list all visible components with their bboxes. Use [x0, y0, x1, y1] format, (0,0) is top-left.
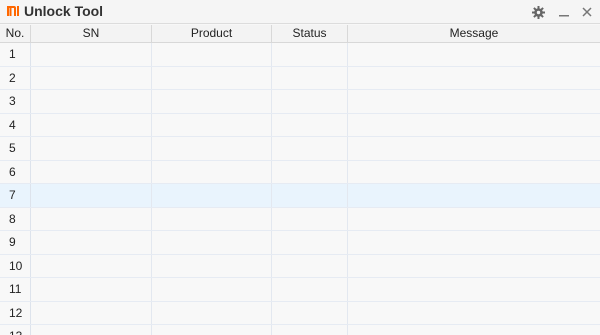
cell-no: 10	[0, 254, 31, 277]
cell-status	[272, 137, 348, 160]
cell-message	[348, 302, 600, 325]
table-row[interactable]: 6	[0, 160, 600, 184]
cell-status	[272, 66, 348, 89]
cell-no: 1	[0, 43, 31, 66]
table-row[interactable]: 9	[0, 231, 600, 255]
table-row[interactable]: 5	[0, 137, 600, 161]
cell-message	[348, 231, 600, 254]
cell-status	[272, 301, 348, 324]
cell-sn	[31, 301, 152, 324]
column-header-message[interactable]: Message	[348, 25, 600, 42]
cell-status	[272, 113, 348, 136]
cell-product	[152, 301, 272, 324]
cell-product	[152, 160, 272, 183]
cell-sn	[31, 90, 152, 113]
cell-product	[152, 66, 272, 89]
column-header-status[interactable]: Status	[272, 25, 348, 42]
cell-no: 2	[0, 66, 31, 89]
cell-sn	[31, 137, 152, 160]
table-row[interactable]: 12	[0, 301, 600, 325]
cell-no: 5	[0, 137, 31, 160]
cell-no: 4	[0, 113, 31, 136]
cell-no: 11	[0, 278, 31, 301]
cell-product	[152, 137, 272, 160]
table-row[interactable]: 7	[0, 184, 600, 208]
cell-sn	[31, 231, 152, 254]
cell-product	[152, 231, 272, 254]
cell-sn	[31, 160, 152, 183]
window-title: Unlock Tool	[24, 3, 104, 19]
cell-no: 12	[0, 301, 31, 324]
cell-message	[348, 43, 600, 66]
cell-sn	[31, 254, 152, 277]
cell-no: 13	[0, 325, 31, 335]
cell-no: 6	[0, 160, 31, 183]
settings-button[interactable]	[529, 3, 547, 21]
cell-message	[348, 161, 600, 184]
cell-status	[272, 278, 348, 301]
close-button[interactable]	[578, 3, 596, 21]
table-row[interactable]: 8	[0, 207, 600, 231]
cell-no: 3	[0, 90, 31, 113]
cell-product	[152, 43, 272, 66]
cell-message	[348, 325, 600, 335]
cell-status	[272, 90, 348, 113]
cell-product	[152, 254, 272, 277]
cell-message	[348, 255, 600, 278]
cell-sn	[31, 43, 152, 66]
cell-message	[348, 278, 600, 301]
table-header: No. SN Product Status Message	[0, 25, 600, 43]
table-row[interactable]: 3	[0, 90, 600, 114]
table-row[interactable]: 13	[0, 325, 600, 335]
unlock-tool-window: Unlock Tool No. SN Product Status Messag…	[0, 0, 600, 335]
cell-sn	[31, 278, 152, 301]
table-row[interactable]: 4	[0, 113, 600, 137]
column-header-no[interactable]: No.	[0, 25, 31, 42]
cell-status	[272, 254, 348, 277]
table-row[interactable]: 2	[0, 66, 600, 90]
title-bar[interactable]: Unlock Tool	[0, 0, 600, 24]
column-header-product[interactable]: Product	[152, 25, 272, 42]
table-row[interactable]: 11	[0, 278, 600, 302]
table-row[interactable]: 1	[0, 43, 600, 67]
cell-no: 9	[0, 231, 31, 254]
cell-message	[348, 137, 600, 160]
cell-message	[348, 184, 600, 207]
cell-sn	[31, 184, 152, 207]
cell-message	[348, 67, 600, 90]
cell-product	[152, 90, 272, 113]
cell-sn	[31, 66, 152, 89]
cell-sn	[31, 113, 152, 136]
cell-message	[348, 208, 600, 231]
cell-sn	[31, 325, 152, 335]
cell-status	[272, 207, 348, 230]
cell-no: 8	[0, 207, 31, 230]
cell-no: 7	[0, 184, 31, 207]
cell-product	[152, 325, 272, 335]
table-row[interactable]: 10	[0, 254, 600, 278]
cell-message	[348, 114, 600, 137]
gear-icon	[531, 5, 545, 19]
close-icon	[582, 7, 592, 17]
cell-status	[272, 160, 348, 183]
minimize-button[interactable]	[555, 3, 573, 21]
column-header-sn[interactable]: SN	[31, 25, 152, 42]
cell-product	[152, 207, 272, 230]
minimize-icon	[559, 15, 569, 17]
cell-sn	[31, 207, 152, 230]
cell-product	[152, 184, 272, 207]
cell-status	[272, 184, 348, 207]
mi-logo-icon	[6, 4, 20, 18]
cell-status	[272, 231, 348, 254]
cell-product	[152, 113, 272, 136]
cell-status	[272, 325, 348, 335]
cell-message	[348, 90, 600, 113]
cell-product	[152, 278, 272, 301]
cell-status	[272, 43, 348, 66]
